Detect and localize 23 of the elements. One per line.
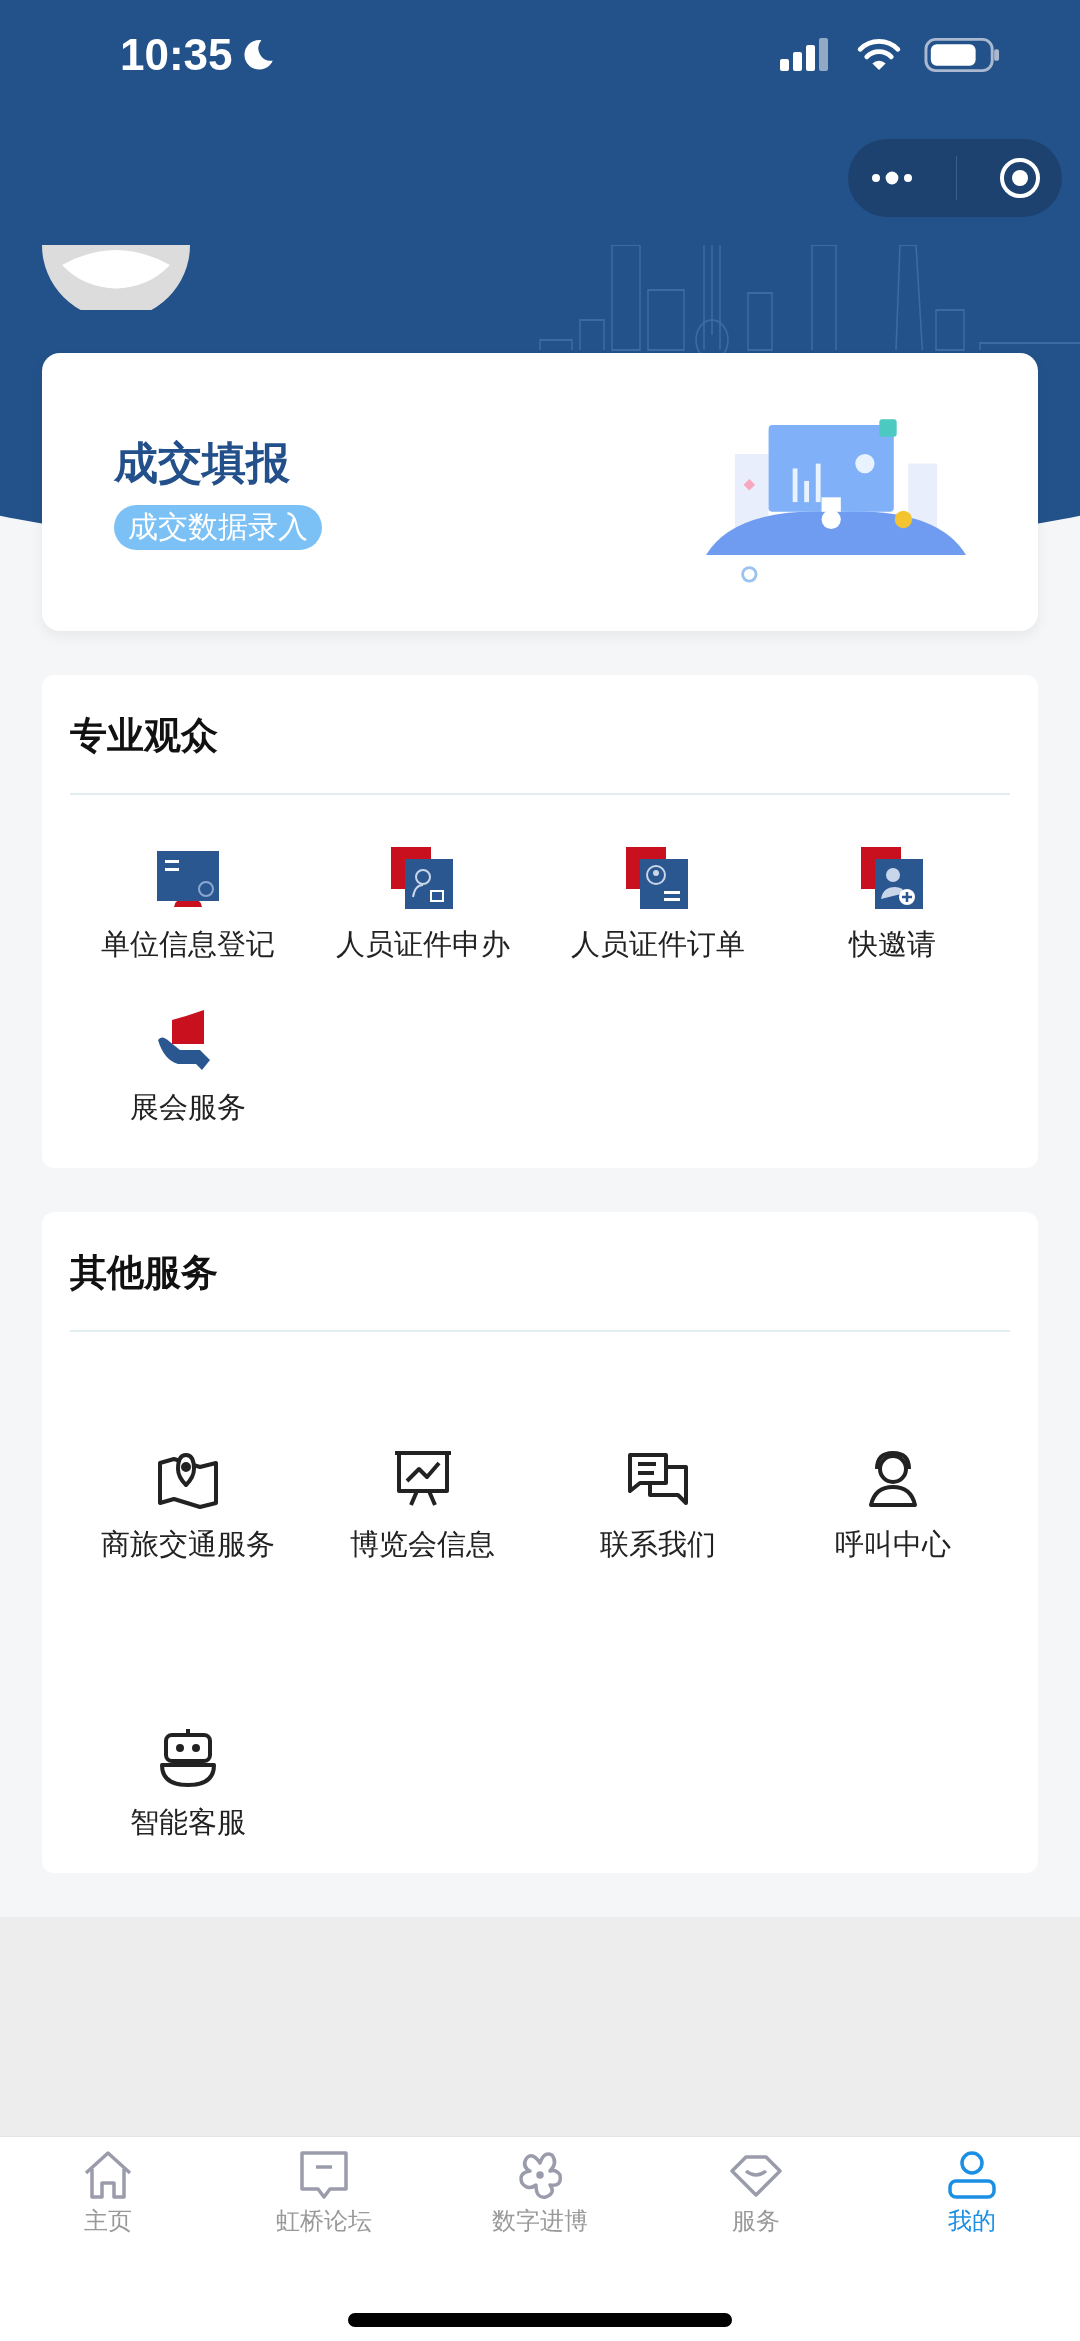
close-icon[interactable]: [997, 155, 1042, 200]
battery-icon: [924, 37, 1000, 73]
deal-report-card[interactable]: 成交填报 成交数据录入: [42, 353, 1038, 631]
id-card-icon[interactable]: [625, 847, 690, 911]
service-label[interactable]: 呼叫中心: [834, 1525, 951, 1565]
service-label[interactable]: 快邀请: [849, 925, 936, 965]
status-time: 10:35: [120, 30, 233, 80]
service-label[interactable]: 单位信息登记: [100, 925, 275, 965]
card-title: 成交填报: [114, 436, 290, 490]
id-card-icon[interactable]: [390, 847, 455, 911]
service-label[interactable]: 展会服务: [129, 1088, 246, 1128]
tab[interactable]: 我的: [864, 2137, 1080, 2237]
service-label[interactable]: 商旅交通服务: [100, 1525, 275, 1565]
section-title: 专业观众: [70, 713, 219, 759]
card-subtitle: 成交数据录入: [114, 505, 322, 550]
service-label[interactable]: 人员证件订单: [570, 925, 745, 965]
service-label[interactable]: 博览会信息: [350, 1525, 495, 1565]
id-card-icon[interactable]: [860, 847, 925, 911]
service-label[interactable]: 联系我们: [599, 1525, 716, 1565]
service-label[interactable]: 智能客服: [129, 1803, 246, 1843]
service-label[interactable]: 人员证件申办: [335, 925, 510, 965]
wifi-icon: [856, 38, 902, 72]
section-title: 其他服务: [70, 1250, 219, 1296]
